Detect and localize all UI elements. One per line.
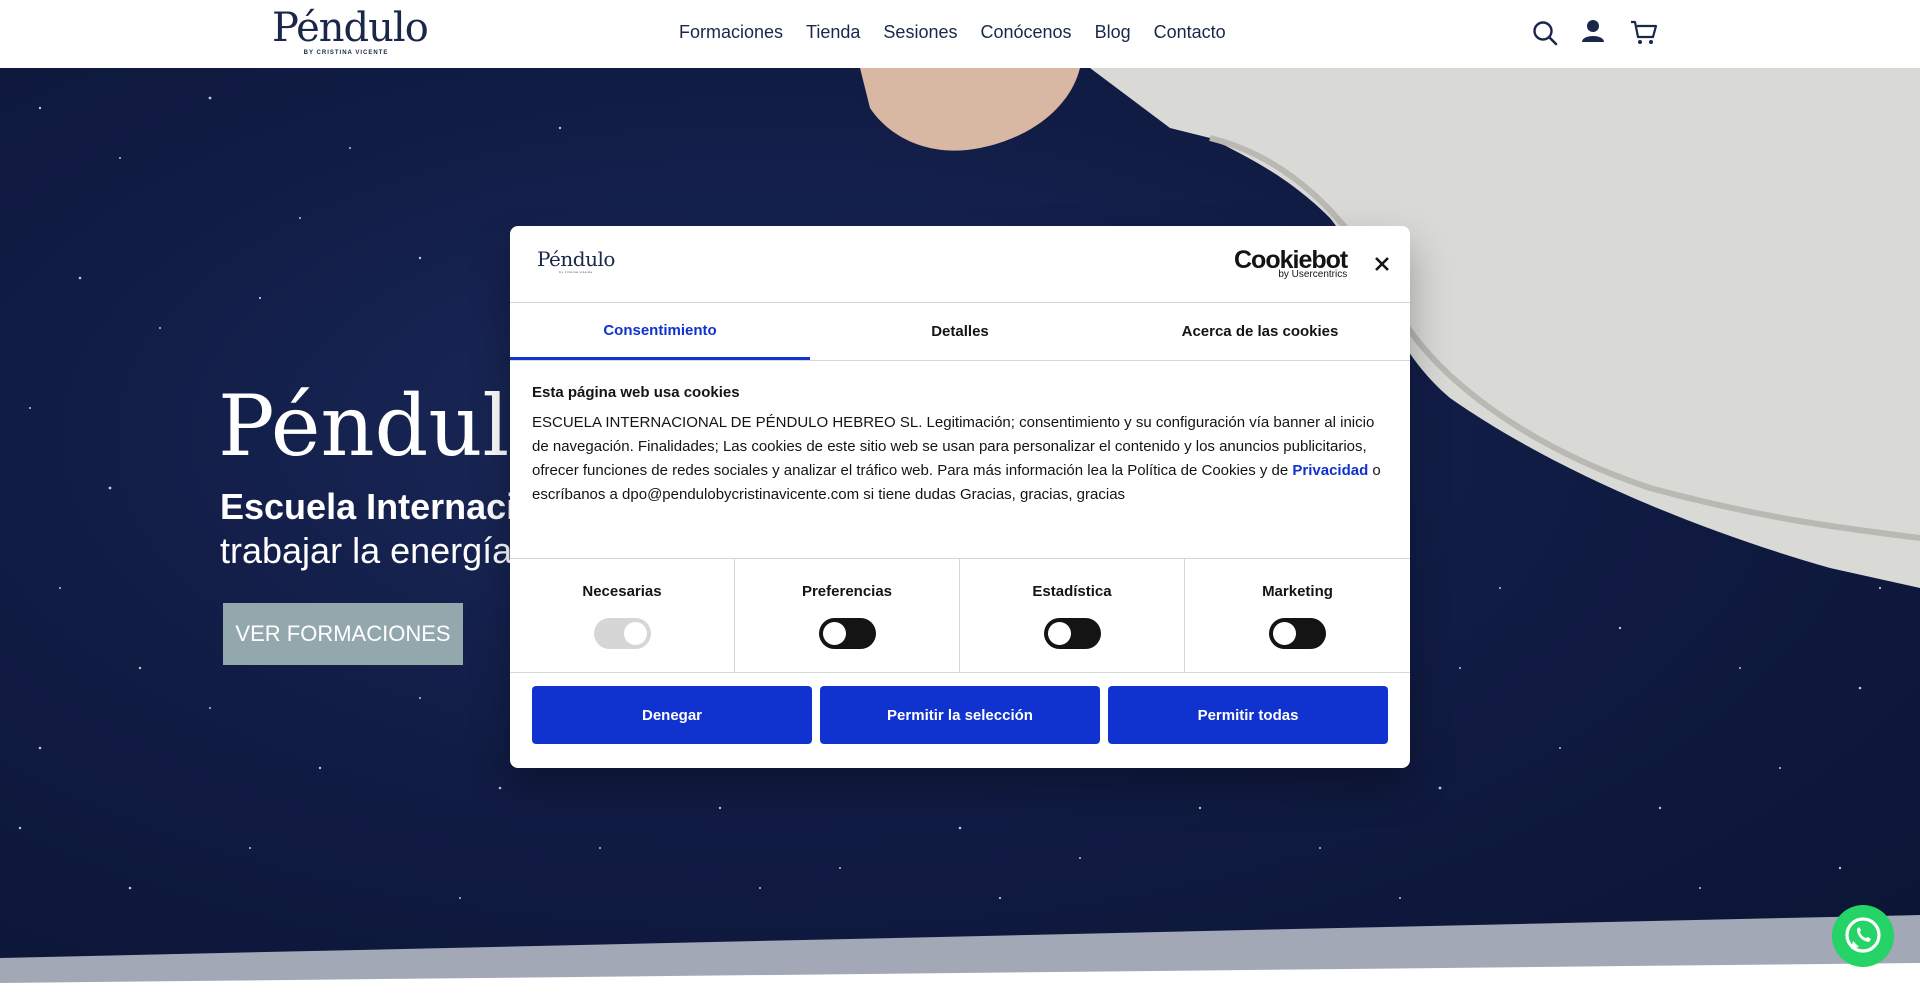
toggle-knob [823, 622, 846, 645]
tab-consentimiento[interactable]: Consentimiento [510, 303, 810, 360]
nav-tienda[interactable]: Tienda [806, 22, 860, 43]
hero-subtitle-light: trabajar la energía [220, 530, 513, 571]
nav-formaciones[interactable]: Formaciones [679, 22, 783, 43]
category-label: Necesarias [582, 583, 662, 600]
main-nav: Formaciones Tienda Sesiones Conócenos Bl… [679, 22, 1249, 43]
category-necesarias: Necesarias [510, 559, 735, 672]
nav-conocenos[interactable]: Conócenos [980, 22, 1071, 43]
site-logo[interactable]: Péndulo BY CRISTINA VICENTE [272, 5, 429, 60]
dialog-tabs: Consentimiento Detalles Acerca de las co… [510, 303, 1410, 361]
dialog-body: Esta página web usa cookies ESCUELA INTE… [532, 384, 1382, 507]
dialog-actions: Denegar Permitir la selección Permitir t… [532, 686, 1388, 744]
site-header: Péndulo BY CRISTINA VICENTE Formaciones … [0, 0, 1920, 68]
dialog-header: Péndulo by cristina vicente Cookiebot by… [510, 226, 1410, 303]
category-preferencias: Preferencias [735, 559, 960, 672]
dialog-heading: Esta página web usa cookies [532, 384, 740, 401]
cookiebot-logo[interactable]: Cookiebot by Usercentrics [1234, 248, 1348, 281]
category-label: Preferencias [801, 583, 893, 600]
hero-bottom-wave [0, 915, 1920, 993]
dialog-description: ESCUELA INTERNACIONAL DE PÉNDULO HEBREO … [532, 411, 1382, 507]
toggle-knob [1048, 622, 1071, 645]
category-label: Estadística [1032, 583, 1112, 600]
nav-blog[interactable]: Blog [1095, 22, 1131, 43]
privacidad-link[interactable]: Privacidad [1292, 462, 1368, 479]
tab-acerca-cookies[interactable]: Acerca de las cookies [1110, 303, 1410, 360]
category-label: Marketing [1262, 583, 1333, 600]
nav-sesiones[interactable]: Sesiones [883, 22, 957, 43]
permitir-seleccion-button[interactable]: Permitir la selección [820, 686, 1100, 744]
category-estadistica: Estadística [960, 559, 1185, 672]
marketing-toggle[interactable] [1269, 618, 1326, 649]
nav-contacto[interactable]: Contacto [1154, 22, 1226, 43]
toggle-knob [1273, 622, 1296, 645]
permitir-todas-button[interactable]: Permitir todas [1108, 686, 1388, 744]
dialog-site-logo: Péndulo by cristina vicente [537, 248, 615, 274]
close-icon[interactable] [1372, 254, 1392, 274]
estadistica-toggle[interactable] [1044, 618, 1101, 649]
necesarias-toggle [594, 618, 651, 649]
cookie-consent-dialog: Péndulo by cristina vicente Cookiebot by… [510, 226, 1410, 768]
ver-formaciones-button[interactable]: VER FORMACIONES [223, 603, 463, 665]
dialog-logo-wordmark: Péndulo [537, 247, 615, 271]
cookie-categories: Necesarias Preferencias Estadística Mark… [510, 558, 1410, 673]
whatsapp-icon[interactable] [1832, 905, 1894, 967]
cart-icon[interactable] [1630, 20, 1658, 50]
preferencias-toggle[interactable] [819, 618, 876, 649]
user-icon[interactable] [1580, 18, 1608, 48]
category-marketing: Marketing [1185, 559, 1410, 672]
logo-wordmark: Péndulo [272, 5, 429, 51]
description-start: ESCUELA INTERNACIONAL DE PÉNDULO HEBREO … [532, 414, 1375, 479]
tab-detalles[interactable]: Detalles [810, 303, 1110, 360]
denegar-button[interactable]: Denegar [532, 686, 812, 744]
toggle-knob [624, 622, 647, 645]
search-icon[interactable] [1532, 20, 1560, 50]
